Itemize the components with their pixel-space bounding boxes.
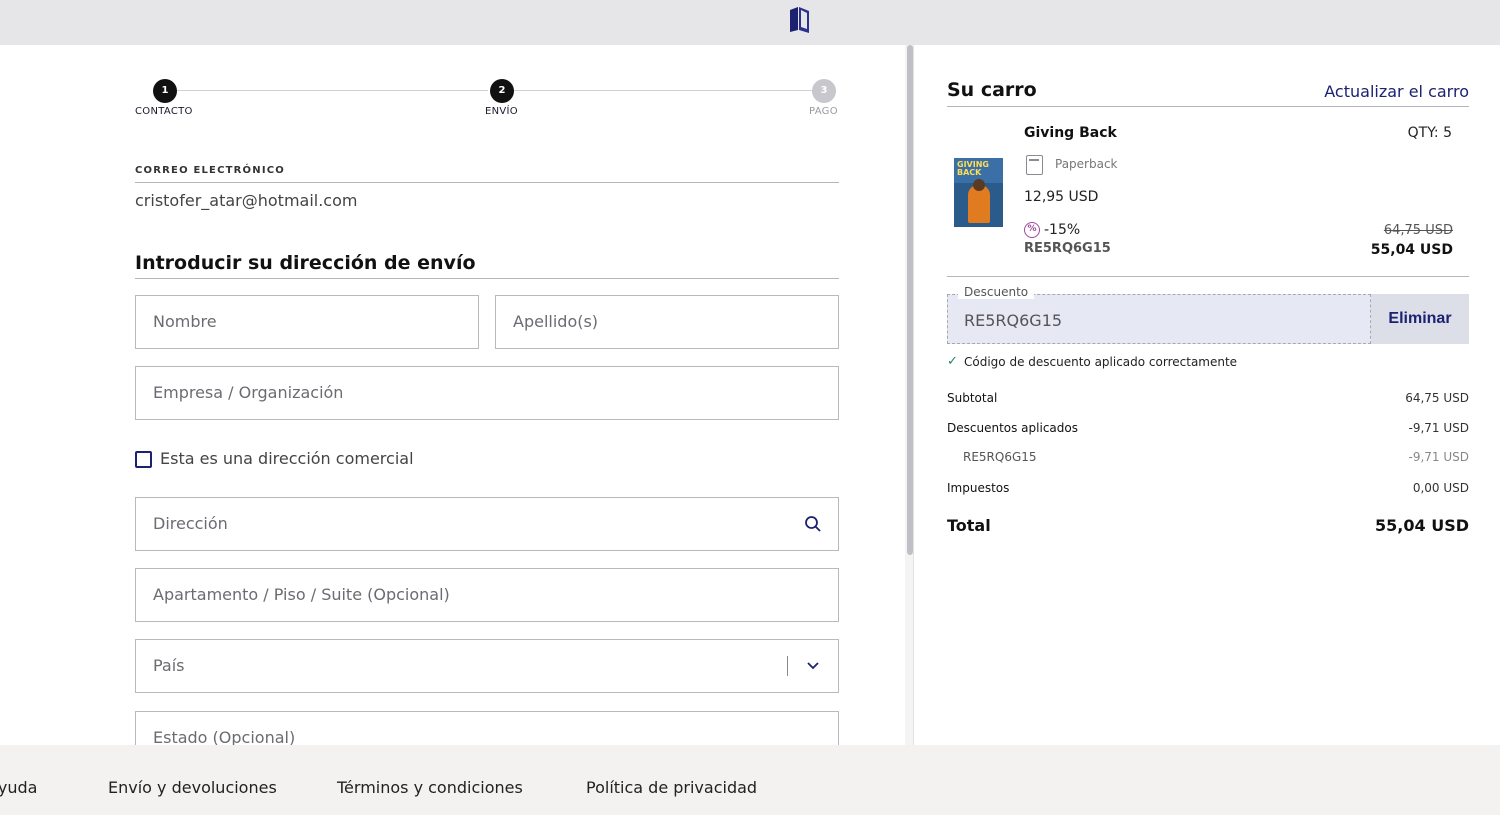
subtotal-value: 64,75 USD [1405, 391, 1469, 405]
discount-percent-icon: % [1024, 222, 1040, 238]
step-1-label[interactable]: CONTACTO [135, 106, 193, 117]
state-field[interactable]: Estado (Opcional) [135, 711, 839, 745]
country-select[interactable]: País [135, 639, 839, 693]
step-3-dot: 3 [812, 79, 836, 103]
cart-panel: Su carro Actualizar el carro GIVING BACK… [914, 45, 1500, 745]
divider [947, 276, 1469, 277]
subtotal-row: Subtotal 64,75 USD [947, 391, 1469, 405]
discounts-row: Descuentos aplicados -9,71 USD [947, 421, 1469, 435]
business-address-checkbox[interactable] [135, 451, 152, 468]
company-field[interactable]: Empresa / Organización [135, 366, 839, 420]
chevron-down-icon[interactable] [804, 657, 822, 675]
remove-discount-button[interactable]: Eliminar [1371, 294, 1469, 344]
footer-link-help[interactable]: Ayuda [0, 778, 37, 797]
top-bar [0, 0, 1500, 45]
item-original-total: 64,75 USD [1383, 223, 1453, 238]
stepper-line [177, 90, 488, 91]
footer-link-terms[interactable]: Términos y condiciones [337, 778, 523, 797]
taxes-value: 0,00 USD [1412, 481, 1469, 495]
checkout-form-panel: 1 CONTACTO 2 ENVÍO 3 PAGO CORREO ELECTRÓ… [0, 45, 905, 745]
discount-success-message: Código de descuento aplicado correctamen… [964, 355, 1238, 369]
total-label: Total [947, 516, 991, 535]
last-name-placeholder: Apellido(s) [513, 312, 599, 331]
item-format: Paperback [1055, 157, 1118, 171]
address-field[interactable]: Dirección [135, 497, 839, 551]
item-name[interactable]: Giving Back [1024, 125, 1117, 141]
item-discount-percent: -15% [1044, 222, 1081, 238]
search-icon[interactable] [804, 515, 822, 533]
footer-link-privacy[interactable]: Política de privacidad [586, 778, 757, 797]
state-placeholder: Estado (Opcional) [153, 728, 296, 745]
divider [135, 182, 839, 183]
discount-code-label: RE5RQ6G15 [963, 450, 1037, 464]
book-icon [1026, 155, 1043, 175]
first-name-field[interactable]: Nombre [135, 295, 479, 349]
total-row: Total 55,04 USD [947, 516, 1469, 535]
email-label: CORREO ELECTRÓNICO [135, 165, 285, 176]
divider [135, 278, 839, 279]
stepper-line [514, 90, 812, 91]
apartment-field[interactable]: Apartamento / Piso / Suite (Opcional) [135, 568, 839, 622]
book-cover-image[interactable]: GIVING BACK [954, 158, 1003, 227]
scrollbar[interactable] [905, 45, 913, 745]
discount-code-row: RE5RQ6G15 -9,71 USD [963, 450, 1469, 464]
step-2-label: ENVÍO [485, 106, 518, 117]
item-discounted-total: 55,04 USD [1370, 242, 1453, 258]
footer-link-shipping[interactable]: Envío y devoluciones [108, 778, 277, 797]
business-address-label[interactable]: Esta es una dirección comercial [160, 449, 414, 468]
step-2-dot: 2 [490, 79, 514, 103]
item-unit-price: 12,95 USD [1024, 189, 1099, 205]
email-value: cristofer_atar@hotmail.com [135, 191, 358, 210]
address-placeholder: Dirección [153, 514, 228, 533]
update-cart-link[interactable]: Actualizar el carro [1324, 82, 1469, 101]
discounts-value: -9,71 USD [1408, 421, 1469, 435]
brand-logo-icon[interactable] [787, 4, 813, 34]
discount-input-label: Descuento [958, 285, 1035, 299]
discounts-label: Descuentos aplicados [947, 421, 1078, 435]
check-icon: ✓ [947, 354, 958, 369]
step-3-label: PAGO [809, 106, 838, 117]
last-name-field[interactable]: Apellido(s) [495, 295, 839, 349]
apartment-placeholder: Apartamento / Piso / Suite (Opcional) [153, 585, 450, 604]
taxes-row: Impuestos 0,00 USD [947, 481, 1469, 495]
discount-input-value: RE5RQ6G15 [964, 311, 1063, 330]
taxes-label: Impuestos [947, 481, 1010, 495]
item-discount-code: RE5RQ6G15 [1024, 241, 1111, 256]
item-quantity: QTY: 5 [1407, 125, 1452, 141]
divider [947, 106, 1469, 107]
subtotal-label: Subtotal [947, 391, 998, 405]
shipping-section-title: Introducir su dirección de envío [135, 252, 476, 274]
total-value: 55,04 USD [1375, 516, 1469, 535]
first-name-placeholder: Nombre [153, 312, 217, 331]
select-separator [787, 656, 788, 676]
step-1-dot[interactable]: 1 [153, 79, 177, 103]
company-placeholder: Empresa / Organización [153, 383, 344, 402]
country-placeholder: País [153, 656, 185, 675]
discount-code-value: -9,71 USD [1408, 450, 1469, 464]
footer: Ayuda Envío y devoluciones Términos y co… [0, 745, 1500, 815]
book-cover-title: GIVING BACK [957, 160, 989, 177]
cart-title: Su carro [947, 79, 1037, 101]
